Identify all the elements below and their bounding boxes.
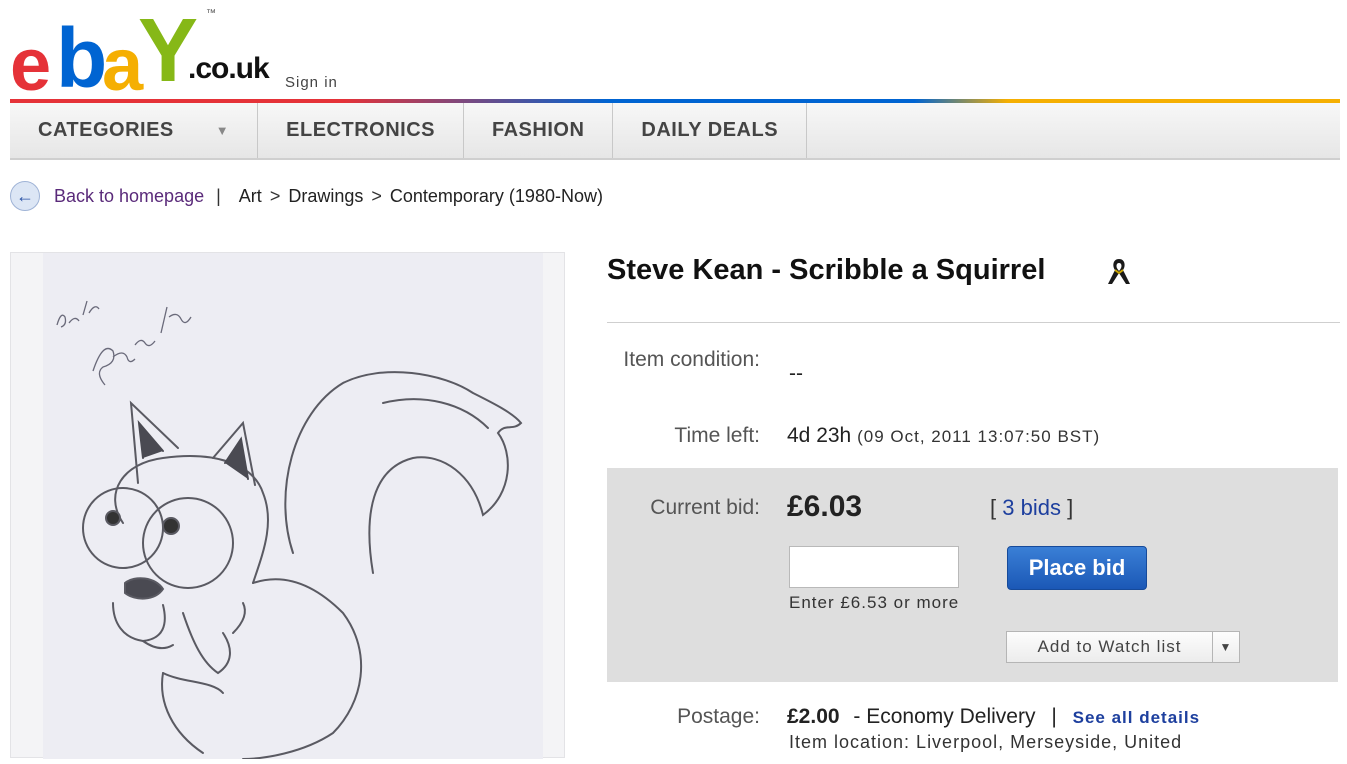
time-left-end-date: (09 Oct, 2011 13:07:50 BST) xyxy=(857,427,1101,446)
ribbon-icon xyxy=(1103,256,1135,288)
time-left-duration: 4d 23h xyxy=(787,424,852,447)
logo-letter-b: b xyxy=(56,11,107,105)
nav-electronics[interactable]: ELECTRONICS xyxy=(258,103,464,158)
breadcrumb-separator: > xyxy=(269,185,281,206)
bid-hint: Enter £6.53 or more xyxy=(789,593,960,612)
postage-value: £2.00 - Economy Delivery | See all detai… xyxy=(787,705,1200,729)
bid-history-link[interactable]: 3 bids xyxy=(1002,495,1061,520)
breadcrumb-art[interactable]: Art xyxy=(239,186,262,207)
back-arrow-icon[interactable]: ← xyxy=(10,181,40,211)
ebay-logo[interactable]: e b a Y ™ .co.uk xyxy=(10,1,280,106)
breadcrumb-drawings[interactable]: Drawings xyxy=(288,186,363,207)
time-left-label: Time left: xyxy=(674,424,760,447)
item-location: Item location: Liverpool, Merseyside, Un… xyxy=(789,732,1183,752)
bid-count-close-bracket: ] xyxy=(1067,495,1074,520)
nav-daily-deals[interactable]: DAILY DEALS xyxy=(613,103,808,158)
postage-divider: | xyxy=(1051,705,1057,728)
watch-list-label: Add to Watch list xyxy=(1037,637,1182,656)
item-image[interactable] xyxy=(43,253,543,760)
logo-domain: .co.uk xyxy=(188,52,270,85)
time-left-value: 4d 23h (09 Oct, 2011 13:07:50 BST) xyxy=(787,424,1100,448)
item-image-panel xyxy=(10,252,565,760)
breadcrumb: ← Back to homepage | Art > Drawings > Co… xyxy=(10,180,603,212)
chevron-down-icon[interactable]: ▼ xyxy=(1212,632,1239,662)
squirrel-drawing xyxy=(56,300,523,760)
chevron-down-icon[interactable]: ▼ xyxy=(216,123,229,138)
breadcrumb-contemporary[interactable]: Contemporary (1980-Now) xyxy=(390,186,603,207)
logo-letter-e: e xyxy=(10,23,51,106)
sign-in-link[interactable]: Sign in xyxy=(285,74,338,91)
current-bid-value: £6.03 xyxy=(787,490,863,523)
title-divider xyxy=(607,322,1340,323)
nav-daily-deals-label: DAILY DEALS xyxy=(641,119,779,141)
item-condition-value: -- xyxy=(789,362,803,385)
postage-service: - Economy Delivery xyxy=(853,705,1036,728)
logo-letter-a: a xyxy=(102,23,143,106)
current-bid-label: Current bid: xyxy=(650,496,760,519)
logo-trademark: ™ xyxy=(206,8,216,19)
see-all-details-link[interactable]: See all details xyxy=(1073,708,1200,727)
item-condition-label: Item condition: xyxy=(623,348,760,371)
add-to-watch-list-button[interactable]: Add to Watch list ▼ xyxy=(1006,631,1240,663)
nav-fashion[interactable]: FASHION xyxy=(464,103,614,158)
back-to-homepage-link[interactable]: Back to homepage xyxy=(54,186,204,207)
postage-price: £2.00 xyxy=(787,705,840,728)
nav-categories-label: CATEGORIES xyxy=(38,119,174,141)
place-bid-button[interactable]: Place bid xyxy=(1007,546,1147,590)
breadcrumb-divider: | xyxy=(216,185,221,206)
bid-count-open-bracket: [ xyxy=(990,495,997,520)
bid-count: [ 3 bids ] xyxy=(990,495,1073,521)
item-title: Steve Kean - Scribble a Squirrel xyxy=(607,254,1046,286)
logo-letter-y: Y xyxy=(138,1,198,101)
nav-fashion-label: FASHION xyxy=(491,119,585,141)
category-nav: CATEGORIES ▼ ELECTRONICS FASHION DAILY D… xyxy=(10,103,1340,160)
nav-categories[interactable]: CATEGORIES ▼ xyxy=(10,103,259,158)
bid-amount-input[interactable] xyxy=(789,546,959,588)
postage-label: Postage: xyxy=(677,705,760,728)
breadcrumb-separator: > xyxy=(371,185,382,206)
nav-electronics-label: ELECTRONICS xyxy=(286,119,435,141)
